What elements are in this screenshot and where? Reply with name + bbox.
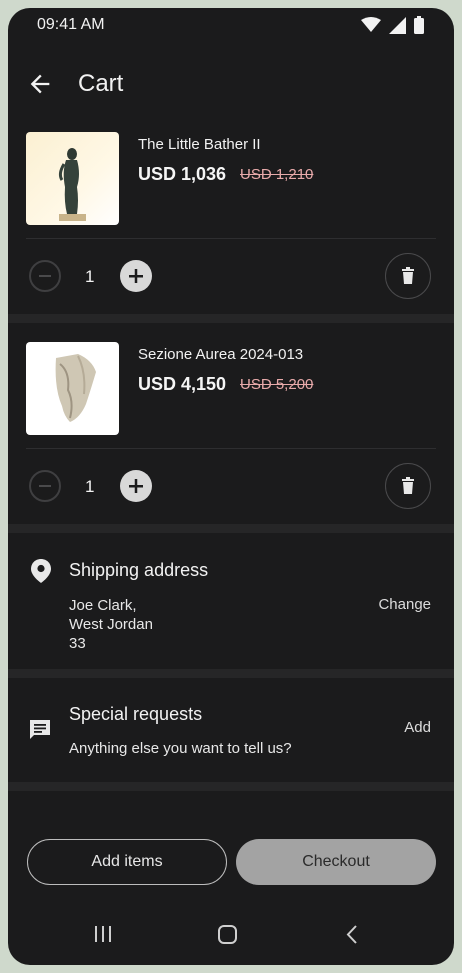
section-divider (8, 314, 454, 323)
delete-button[interactable] (385, 253, 431, 299)
address-line: West Jordan (69, 616, 153, 633)
message-icon (30, 720, 50, 739)
change-address-button[interactable]: Change (378, 596, 431, 613)
product-image[interactable] (26, 342, 119, 435)
requests-subtitle: Anything else you want to tell us? (69, 740, 292, 757)
wifi-icon (361, 17, 381, 32)
product-name[interactable]: Sezione Aurea 2024-013 (138, 346, 303, 363)
location-pin-icon (31, 559, 51, 583)
plus-circle-icon[interactable] (120, 470, 152, 502)
battery-icon (414, 16, 424, 34)
product-price: USD 1,036 (138, 164, 227, 184)
product-image[interactable] (26, 132, 119, 225)
section-divider (8, 669, 454, 678)
product-price: USD 4,150 (138, 374, 227, 394)
trash-icon (402, 477, 414, 494)
sculpture-image (58, 148, 86, 221)
divider (26, 238, 436, 239)
trash-icon (402, 267, 414, 284)
phone-screen: 09:41 AM Cart The Little Bather II USD 1… (8, 8, 454, 965)
quantity-value: 1 (85, 267, 95, 286)
section-divider (8, 782, 454, 791)
stone-sculpture-image (55, 354, 96, 422)
system-nav-bar (8, 905, 454, 965)
product-old-price: USD 5,200 (240, 376, 314, 393)
product-name[interactable]: The Little Bather II (138, 136, 261, 153)
divider (26, 448, 436, 449)
plus-circle-icon[interactable] (120, 260, 152, 292)
product-old-price: USD 1,210 (240, 166, 314, 183)
add-items-button[interactable]: Add items (27, 839, 227, 885)
quantity-value: 1 (85, 477, 95, 496)
minus-circle-icon[interactable] (29, 260, 61, 292)
minus-circle-icon[interactable] (29, 470, 61, 502)
page-title: Cart (78, 70, 124, 97)
signal-icon (389, 16, 406, 34)
address-line: 33 (69, 635, 86, 652)
requests-title: Special requests (69, 704, 203, 724)
recent-apps-icon[interactable] (93, 925, 113, 943)
shipping-title: Shipping address (69, 560, 209, 580)
address-line: Joe Clark, (69, 597, 137, 614)
back-nav-icon[interactable] (345, 924, 359, 945)
app-bar: Cart (8, 56, 454, 112)
status-icons (361, 16, 424, 34)
checkout-button[interactable]: Checkout (236, 839, 436, 885)
delete-button[interactable] (385, 463, 431, 509)
arrow-back-icon[interactable] (26, 70, 54, 98)
status-bar: 09:41 AM (8, 8, 454, 44)
home-icon[interactable] (217, 924, 238, 945)
add-request-button[interactable]: Add (404, 719, 431, 736)
section-divider (8, 524, 454, 533)
status-time: 09:41 AM (37, 16, 105, 33)
